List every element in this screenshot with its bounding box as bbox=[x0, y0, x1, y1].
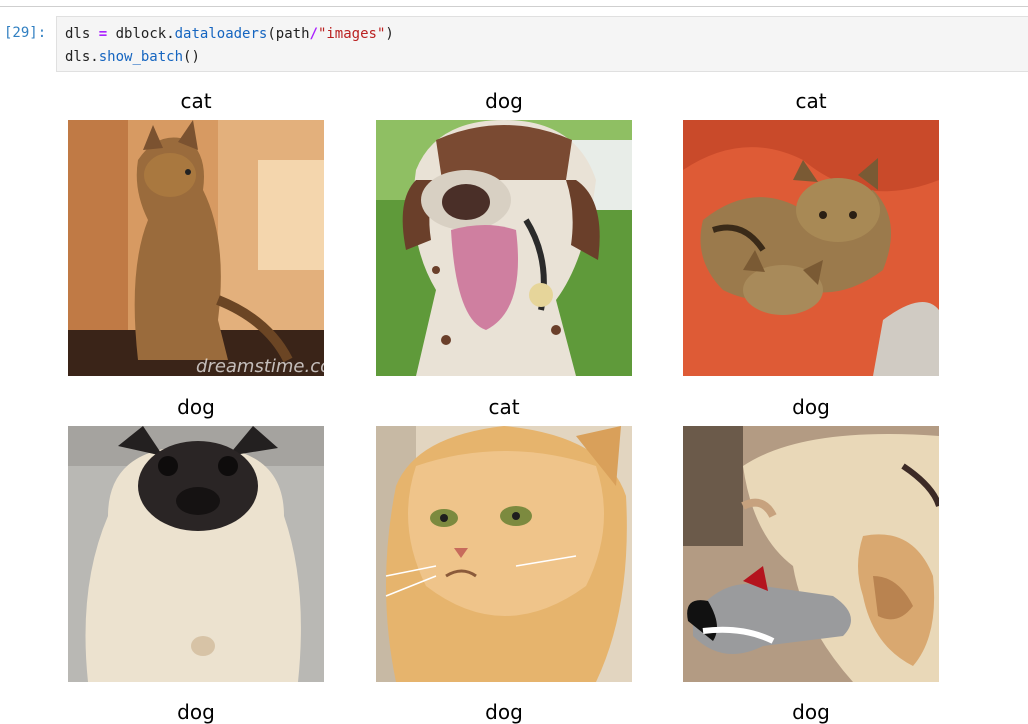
code-token-call: () bbox=[183, 49, 200, 65]
code-token-var: dls bbox=[65, 26, 91, 42]
batch-image-dog-pointer bbox=[376, 120, 632, 376]
code-token-operator: = bbox=[98, 26, 108, 42]
watermark-text: dreamstime.com bbox=[196, 356, 324, 376]
batch-label-7: dog bbox=[177, 700, 215, 724]
code-token-object: dblock bbox=[115, 26, 167, 42]
batch-label-2: dog bbox=[485, 89, 523, 113]
batch-label-9: dog bbox=[792, 700, 830, 724]
batch-label-5: cat bbox=[488, 395, 520, 419]
batch-label-1: cat bbox=[180, 89, 212, 113]
code-token-close: ) bbox=[385, 26, 394, 42]
batch-image-cat-abyssinian: dreamstime.com bbox=[68, 120, 324, 376]
code-token-method: dataloaders bbox=[174, 26, 268, 42]
batch-image-cat-kittens bbox=[683, 120, 939, 376]
execution-count: [29]: bbox=[4, 25, 47, 41]
code-cell-input[interactable]: dls = dblock.dataloaders(path/"images") … bbox=[56, 16, 1028, 72]
batch-label-3: cat bbox=[795, 89, 827, 113]
batch-label-8: dog bbox=[485, 700, 523, 724]
batch-label-4: dog bbox=[177, 395, 215, 419]
batch-image-cat-persian bbox=[376, 426, 632, 682]
code-token-divide: / bbox=[309, 26, 318, 42]
cell-top-border bbox=[0, 6, 1028, 7]
batch-image-dog-pug bbox=[68, 426, 324, 682]
code-token-method2: show_batch bbox=[98, 49, 184, 65]
code-token-var2: dls bbox=[65, 49, 91, 65]
code-token-string: "images" bbox=[317, 26, 386, 42]
batch-image-dog-spaniel bbox=[683, 426, 939, 682]
code-token-arg: path bbox=[275, 26, 310, 42]
batch-label-6: dog bbox=[792, 395, 830, 419]
